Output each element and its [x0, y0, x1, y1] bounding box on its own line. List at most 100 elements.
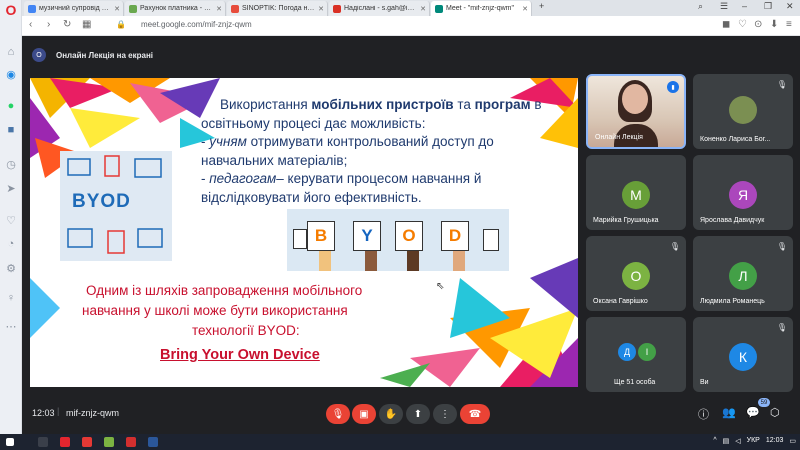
- mouse-cursor-icon: ⇖: [436, 281, 445, 292]
- more-participants-tile[interactable]: Д І Ще 51 особа: [586, 317, 686, 392]
- tab-label: Meet - "mif-znjz-qwm": [446, 5, 514, 12]
- participant-tile[interactable]: Л 🎙 Людмила Романець: [693, 236, 793, 311]
- clock[interactable]: 12:03: [766, 437, 784, 445]
- end-call-button[interactable]: ☎: [460, 404, 490, 424]
- camera-off-button[interactable]: ▣: [352, 404, 376, 424]
- tab-label: музичний супровід занят: [39, 5, 111, 12]
- network-icon[interactable]: ▤: [723, 437, 730, 445]
- word-taskbar-icon[interactable]: [148, 437, 158, 447]
- participant-avatar: Л: [729, 262, 757, 290]
- easy-setup-icon[interactable]: ≡: [786, 19, 792, 30]
- windows-taskbar: ^ ▤ ◁ УКР 12:03 ▭: [0, 434, 800, 450]
- tab-1[interactable]: музичний супровід занят ✕: [24, 1, 124, 16]
- opera-taskbar-icon[interactable]: [60, 437, 70, 447]
- participant-tile[interactable]: О 🎙 Оксана Гаврішко: [586, 236, 686, 311]
- tab-label: SINOPTIK: Погода на 17 в: [242, 5, 315, 12]
- clock-icon[interactable]: ◔: [3, 236, 19, 252]
- slide-main-text: Використання мобільних пристроїв та прог…: [201, 96, 575, 207]
- messenger-icon[interactable]: ◉: [3, 66, 19, 82]
- history-icon[interactable]: ◷: [3, 156, 19, 172]
- search-tabs-icon[interactable]: ⌕: [698, 1, 703, 12]
- meeting-time: 12:03: [32, 408, 55, 418]
- raise-hand-button[interactable]: ✋: [379, 404, 403, 424]
- tab-favicon-icon: [333, 4, 341, 13]
- more-icon[interactable]: ⋯: [3, 318, 19, 334]
- send-icon[interactable]: ➤: [3, 180, 19, 196]
- app-taskbar-icon[interactable]: [126, 437, 136, 447]
- participant-name: Людмила Романець: [700, 298, 765, 305]
- lightbulb-icon[interactable]: ♀: [3, 290, 19, 306]
- participant-tile-host[interactable]: ▮ Онлайн Лекція: [586, 74, 686, 149]
- notifications-icon[interactable]: ▭: [789, 437, 796, 445]
- restore-icon[interactable]: ❐: [764, 1, 772, 12]
- speed-dial-icon[interactable]: ▦: [82, 19, 91, 30]
- tray-arrow-icon[interactable]: ^: [713, 437, 716, 445]
- byod-letter-b: B: [307, 221, 335, 251]
- participant-avatar: М: [622, 181, 650, 209]
- task-view-icon[interactable]: [38, 437, 48, 447]
- opera-logo-icon[interactable]: O: [3, 2, 19, 18]
- bookmark-icon[interactable]: ♡: [738, 19, 747, 30]
- app-taskbar-icon[interactable]: [82, 437, 92, 447]
- lock-icon[interactable]: 🔒: [116, 20, 126, 29]
- people-icon[interactable]: 👥: [722, 406, 736, 419]
- whatsapp-icon[interactable]: ●: [3, 98, 19, 114]
- present-button[interactable]: ⬆: [406, 404, 430, 424]
- close-tab-icon[interactable]: ✕: [522, 5, 528, 13]
- participant-avatar: І: [638, 343, 656, 361]
- close-tab-icon[interactable]: ✕: [216, 5, 222, 13]
- slide-line-5: - педагогам– керувати процесом навчання …: [201, 171, 482, 186]
- heart-icon[interactable]: ♡: [3, 212, 19, 228]
- back-icon[interactable]: ‹: [29, 19, 32, 30]
- byod-letter-d: D: [441, 221, 469, 251]
- tab-4[interactable]: Надіслані - s.gah@ippo.ed ✕: [329, 1, 430, 16]
- windows-start-icon[interactable]: [6, 438, 14, 446]
- slide-line-3: - учням отримувати контрольований доступ…: [201, 134, 494, 149]
- tab-favicon-icon: [231, 4, 239, 13]
- close-tab-icon[interactable]: ✕: [420, 5, 426, 13]
- participant-name: Онлайн Лекція: [595, 134, 643, 141]
- participant-avatar: К: [729, 343, 757, 371]
- meeting-code: mif-znjz-qwm: [66, 408, 119, 418]
- activities-icon[interactable]: ⬡: [770, 406, 780, 419]
- minimize-icon[interactable]: –: [742, 1, 747, 11]
- tab-menu-icon[interactable]: ☰: [720, 1, 728, 12]
- participant-tile[interactable]: Я Ярослава Давидчук: [693, 155, 793, 230]
- close-window-icon[interactable]: ✕: [786, 1, 794, 12]
- tab-3[interactable]: SINOPTIK: Погода на 17 в ✕: [227, 1, 328, 16]
- mic-off-icon: 🎙: [776, 323, 787, 332]
- vk-icon[interactable]: ■: [3, 122, 19, 138]
- app-taskbar-icon[interactable]: [104, 437, 114, 447]
- language-indicator[interactable]: УКР: [747, 437, 760, 445]
- meet-control-bar: 12:03 | mif-znjz-qwm 🎙 ▣ ✋ ⬆ ⋮ ☎ ⓘ 👥 59 …: [22, 396, 800, 434]
- participant-tile[interactable]: 🎙 Коненко Лариса Бог...: [693, 74, 793, 149]
- more-options-button[interactable]: ⋮: [433, 404, 457, 424]
- self-tile[interactable]: К 🎙 Ви: [693, 317, 793, 392]
- new-tab-icon[interactable]: +: [539, 1, 544, 11]
- byod-letter-y: Y: [353, 221, 381, 251]
- mic-off-button[interactable]: 🎙: [326, 404, 350, 424]
- snapshot-icon[interactable]: ⊙: [754, 19, 762, 30]
- volume-icon[interactable]: ◁: [735, 437, 740, 445]
- participant-name: Коненко Лариса Бог...: [700, 136, 771, 143]
- reload-icon[interactable]: ↻: [63, 19, 71, 30]
- participant-avatar: О: [622, 262, 650, 290]
- forward-icon[interactable]: ›: [47, 19, 50, 30]
- home-icon[interactable]: ⌂: [3, 44, 19, 60]
- participant-tile[interactable]: М Марийка Грушицька: [586, 155, 686, 230]
- close-tab-icon[interactable]: ✕: [318, 5, 324, 13]
- close-tab-icon[interactable]: ✕: [114, 5, 120, 13]
- presentation-slide: BYOD Використання мобільних пристроїв та…: [30, 78, 578, 387]
- info-icon[interactable]: ⓘ: [698, 406, 709, 422]
- tab-2[interactable]: Рахунок платника - #209 ✕: [125, 1, 226, 16]
- byod-illustration-center: B Y O D: [287, 209, 509, 271]
- address-bar: ‹ › ↻ ▦ 🔒 meet.google.com/mif-znjz-qwm ◼…: [22, 16, 800, 36]
- host-face-shape: [622, 84, 648, 114]
- slide-line-1: Використання мобільних пристроїв та прог…: [220, 97, 542, 112]
- settings-icon[interactable]: ⚙: [3, 260, 19, 276]
- tab-5-active[interactable]: Meet - "mif-znjz-qwm" ✕: [431, 1, 532, 16]
- url-field[interactable]: meet.google.com/mif-znjz-qwm: [141, 20, 252, 29]
- chat-icon[interactable]: 💬: [746, 406, 760, 419]
- download-icon[interactable]: ⬇: [770, 19, 778, 30]
- camera-icon[interactable]: ◼: [722, 19, 730, 30]
